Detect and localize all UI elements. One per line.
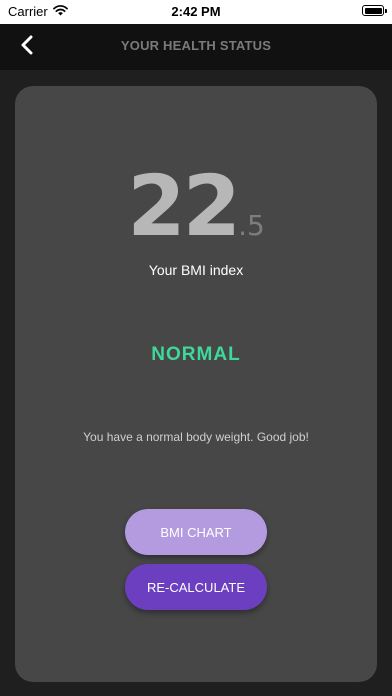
battery-icon: [362, 5, 387, 16]
bmi-decimal: .5: [238, 209, 265, 242]
recalculate-button[interactable]: RE-CALCULATE: [125, 564, 267, 610]
bmi-caption: Your BMI index: [148, 262, 244, 278]
bmi-chart-button[interactable]: BMI CHART: [125, 509, 267, 555]
status-time: 2:42 PM: [171, 4, 221, 19]
status-right: [362, 5, 387, 16]
bmi-value: 22.5: [15, 164, 377, 248]
result-card: 22.5 Your BMI index NORMAL You have a no…: [15, 86, 377, 682]
status-bar: Carrier 2:42 PM: [0, 0, 392, 24]
result-message: You have a normal body weight. Good job!: [83, 430, 309, 444]
nav-bar: YOUR HEALTH STATUS: [0, 24, 392, 70]
bmi-status-label: NORMAL: [151, 344, 241, 365]
bmi-whole: 22: [127, 157, 241, 255]
page-title: YOUR HEALTH STATUS: [120, 38, 272, 53]
